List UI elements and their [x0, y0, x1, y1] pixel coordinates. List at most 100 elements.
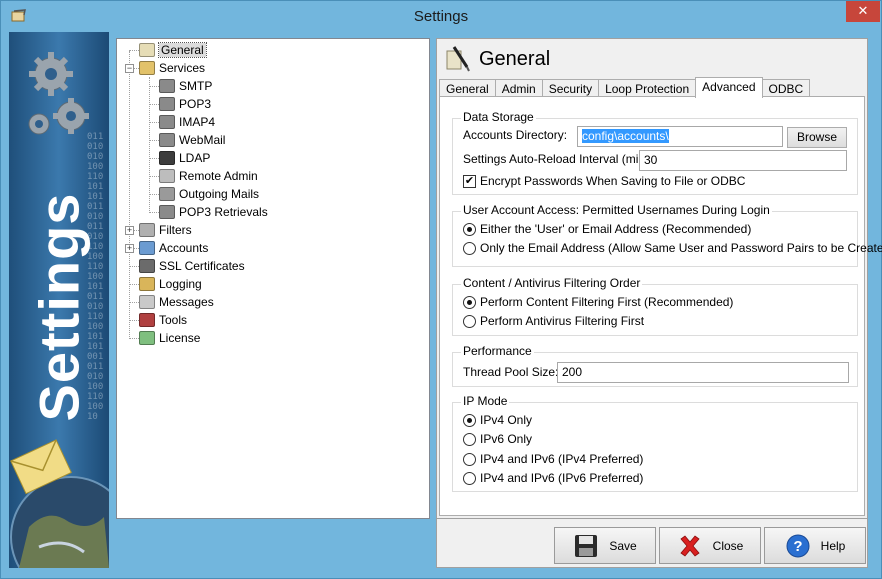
help-label: Help	[820, 538, 846, 553]
tree-guide-line	[129, 266, 139, 267]
expand-toggle[interactable]: +	[125, 244, 134, 253]
tree-item-label: Logging	[159, 277, 202, 291]
tree-item-imap4[interactable]: IMAP4	[159, 113, 215, 131]
help-icon: ?	[786, 534, 810, 557]
window-close-button[interactable]: ✕	[846, 1, 880, 22]
tree-item-outgoing-mails[interactable]: Outgoing Mails	[159, 185, 259, 203]
tree-item-ssl-certificates[interactable]: SSL Certificates	[139, 257, 245, 275]
title-bar: Settings ✕	[1, 1, 881, 32]
logging-icon	[139, 277, 155, 291]
tree-item-webmail[interactable]: WebMail	[159, 131, 225, 149]
page-header: General	[445, 45, 550, 73]
tree-item-logging[interactable]: Logging	[139, 275, 202, 293]
tree-item-label: Accounts	[159, 241, 209, 255]
option-label: Perform Content Filtering First (Recomme…	[480, 295, 734, 309]
accounts-dir-input[interactable]: config\accounts\	[577, 126, 783, 147]
tree-item-license[interactable]: License	[139, 329, 200, 347]
performance-group: Performance Thread Pool Size: 200	[452, 344, 858, 387]
browse-button[interactable]: Browse	[787, 127, 847, 148]
accounts-icon	[139, 241, 155, 255]
encrypt-passwords-option[interactable]: ✔ Encrypt Passwords When Saving to File …	[463, 174, 745, 188]
data-storage-title: Data Storage	[461, 110, 536, 124]
tree-item-filters[interactable]: Filters	[139, 221, 192, 239]
ip-mode-option-2[interactable]: IPv6 Only	[463, 432, 532, 446]
tree-item-remote-admin[interactable]: Remote Admin	[159, 167, 258, 185]
close-button[interactable]: Close	[659, 527, 761, 564]
radio-button[interactable]	[463, 413, 476, 427]
advanced-tab-content: Data Storage Accounts Directory: config\…	[439, 96, 882, 516]
tree-item-label: SSL Certificates	[159, 259, 245, 273]
ldap-icon	[159, 151, 175, 165]
user-access-group: User Account Access: Permitted Usernames…	[452, 203, 882, 267]
tree-guide-line	[129, 338, 139, 339]
ip-mode-option-1[interactable]: IPv4 Only	[463, 413, 532, 427]
user-access-title: User Account Access: Permitted Usernames…	[461, 203, 772, 217]
filtering-option-2[interactable]: Perform Antivirus Filtering First	[463, 314, 644, 328]
tree-guide-line	[129, 284, 139, 285]
option-label: Only the Email Address (Allow Same User …	[480, 241, 882, 255]
close-x-icon	[680, 534, 700, 557]
collapse-toggle[interactable]: −	[125, 64, 134, 73]
radio-button[interactable]	[463, 241, 476, 255]
banner-title: Settings	[27, 192, 91, 422]
remote-admin-icon	[159, 169, 175, 183]
tree-guide-line	[149, 176, 159, 177]
expand-toggle[interactable]: +	[125, 226, 134, 235]
data-storage-group: Data Storage Accounts Directory: config\…	[452, 110, 858, 195]
encrypt-passwords-checkbox[interactable]: ✔	[463, 174, 476, 188]
tree-guide-line	[149, 86, 159, 87]
tree-guide-line	[149, 212, 159, 213]
pop3-icon	[159, 97, 175, 111]
user-access-option-2[interactable]: Only the Email Address (Allow Same User …	[463, 241, 882, 255]
tree-item-smtp[interactable]: SMTP	[159, 77, 212, 95]
tree-item-tools[interactable]: Tools	[139, 311, 187, 329]
ip-mode-option-4[interactable]: IPv4 and IPv6 (IPv6 Preferred)	[463, 471, 643, 485]
tree-item-pop3-retrievals[interactable]: POP3 Retrievals	[159, 203, 268, 221]
tree-guide-line	[129, 320, 139, 321]
radio-button[interactable]	[463, 432, 476, 446]
option-label: IPv4 Only	[480, 413, 533, 427]
tree-item-label: Outgoing Mails	[179, 187, 260, 201]
performance-title: Performance	[461, 344, 534, 358]
tree-item-general[interactable]: General	[139, 41, 207, 59]
reload-interval-input[interactable]: 30	[639, 150, 847, 171]
tab-advanced[interactable]: Advanced	[695, 77, 763, 98]
ip-mode-option-3[interactable]: IPv4 and IPv6 (IPv4 Preferred)	[463, 452, 643, 466]
help-button[interactable]: ? Help	[764, 527, 866, 564]
radio-button[interactable]	[463, 314, 476, 328]
pen-icon	[446, 46, 470, 72]
tree-item-label: Services	[159, 61, 206, 75]
tree-item-ldap[interactable]: LDAP	[159, 149, 210, 167]
settings-panel: General General Admin Security Loop Prot…	[436, 38, 882, 519]
option-label: IPv6 Only	[480, 432, 533, 446]
filtering-order-title: Content / Antivirus Filtering Order	[461, 276, 643, 290]
ip-mode-group: IP Mode IPv4 Only IPv6 Only IPv4 and IPv…	[452, 394, 858, 492]
filtering-option-1[interactable]: Perform Content Filtering First (Recomme…	[463, 295, 733, 309]
radio-button[interactable]	[463, 452, 476, 466]
save-button[interactable]: Save	[554, 527, 656, 564]
encrypt-passwords-label: Encrypt Passwords When Saving to File or…	[480, 174, 746, 188]
gears-icon	[28, 52, 89, 135]
user-access-option-1[interactable]: Either the 'User' or Email Address (Reco…	[463, 222, 751, 236]
tree-item-pop3[interactable]: POP3	[159, 95, 211, 113]
option-label: Either the 'User' or Email Address (Reco…	[480, 222, 752, 236]
tree-item-label: SMTP	[179, 79, 213, 93]
tree-guide-line	[149, 194, 159, 195]
radio-button[interactable]	[463, 222, 476, 236]
option-label: Perform Antivirus Filtering First	[480, 314, 645, 328]
tree-item-messages[interactable]: Messages	[139, 293, 214, 311]
ip-mode-title: IP Mode	[461, 394, 510, 408]
tree-guide-line	[149, 77, 150, 213]
tree-item-services[interactable]: Services	[139, 59, 205, 77]
radio-button[interactable]	[463, 471, 476, 485]
filtering-order-group: Content / Antivirus Filtering Order Perf…	[452, 276, 858, 336]
tree-item-accounts[interactable]: Accounts	[139, 239, 208, 257]
button-bar: Save Close ? Help	[436, 519, 868, 568]
thread-pool-label: Thread Pool Size:	[463, 365, 559, 379]
envelope-globe-icon	[10, 439, 109, 568]
reload-interval-label: Settings Auto-Reload Interval (mins):	[463, 152, 659, 166]
license-icon	[139, 331, 155, 345]
radio-button[interactable]	[463, 295, 476, 309]
settings-banner: 0110100101001101011010110100110101101001…	[9, 32, 109, 568]
thread-pool-input[interactable]: 200	[557, 362, 849, 383]
